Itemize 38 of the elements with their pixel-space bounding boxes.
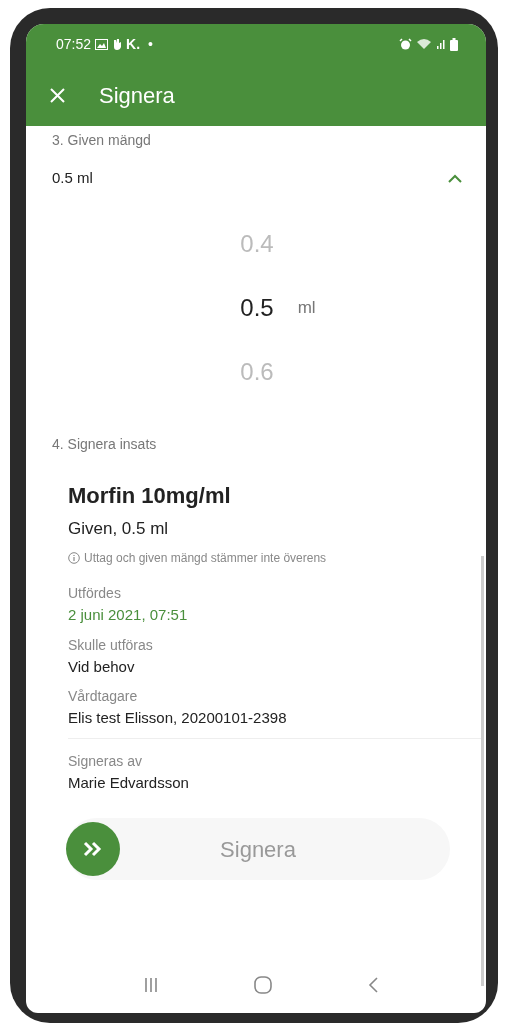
close-icon[interactable] bbox=[50, 87, 65, 103]
field-value: Marie Edvardsson bbox=[68, 772, 190, 793]
recent-apps-icon[interactable] bbox=[144, 977, 158, 993]
swipe-handle[interactable] bbox=[66, 822, 120, 876]
field-value: Vid behov bbox=[68, 656, 136, 677]
unit-label: ml bbox=[296, 296, 317, 319]
status-time: 07:52 bbox=[56, 34, 92, 54]
signal-icon bbox=[436, 38, 446, 50]
picker-option[interactable]: 0.4 bbox=[240, 225, 274, 262]
field-label: Vårdtagare bbox=[68, 687, 139, 706]
swipe-button[interactable]: Signera bbox=[66, 818, 450, 880]
notification-text: K. bbox=[126, 34, 141, 54]
info-icon bbox=[68, 552, 80, 564]
amount-value: 0.5 ml bbox=[52, 168, 93, 188]
alarm-icon bbox=[399, 38, 412, 50]
drug-name: Morfin 10mg/ml bbox=[68, 481, 232, 510]
section-label: 4. Signera insats bbox=[52, 434, 158, 454]
screen-title: Signera bbox=[99, 81, 175, 110]
notification-dot: • bbox=[148, 34, 153, 54]
chevron-icon[interactable] bbox=[448, 173, 462, 183]
wifi-icon bbox=[416, 38, 432, 50]
field-label: Utfördes bbox=[68, 584, 122, 603]
battery-icon bbox=[450, 37, 458, 51]
back-icon[interactable] bbox=[368, 977, 378, 993]
field-value: Elis test Elisson, 20200101-2398 bbox=[68, 708, 288, 728]
section-label: 3. Given mängd bbox=[52, 131, 152, 150]
double-chevron-icon bbox=[82, 841, 104, 857]
warning-text: Uttag och given mängd stämmer inte överens bbox=[84, 550, 327, 567]
home-icon[interactable] bbox=[254, 976, 272, 994]
hand-icon bbox=[112, 38, 123, 50]
picker-option[interactable]: 0.5 bbox=[240, 289, 274, 326]
given-amount: Given, 0.5 ml bbox=[68, 517, 170, 540]
swipe-label: Signera bbox=[220, 835, 296, 864]
field-label: Signeras av bbox=[68, 751, 143, 771]
image-icon bbox=[95, 38, 109, 50]
field-value: 2 juni 2021, 07:51 bbox=[68, 605, 189, 625]
field-label: Skulle utföras bbox=[68, 635, 154, 655]
picker-option[interactable]: 0.6 bbox=[240, 353, 274, 390]
